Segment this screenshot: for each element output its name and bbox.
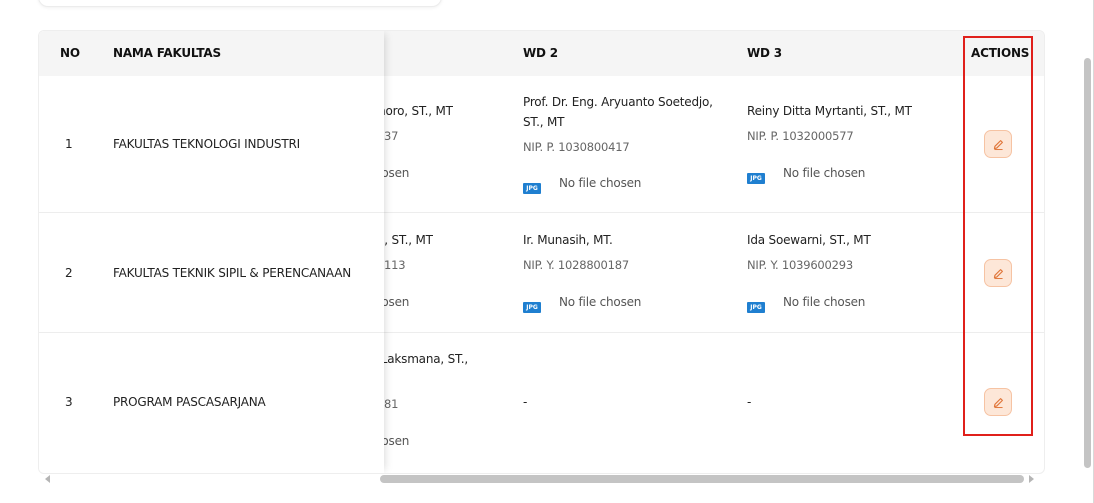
top-card bbox=[38, 0, 442, 7]
wd3-name: Reiny Ditta Myrtanti, ST., MT bbox=[747, 104, 912, 118]
wd3-empty: - bbox=[747, 395, 752, 409]
vertical-scrollbar-thumb[interactable] bbox=[1084, 58, 1091, 468]
wd2-nip: NIP. Y. 1028800187 bbox=[523, 258, 630, 272]
jpg-file-icon: JPG bbox=[747, 173, 765, 184]
jpg-file-icon: JPG bbox=[523, 302, 541, 313]
fakultas-name: FAKULTAS TEKNOLOGI INDUSTRI bbox=[113, 137, 300, 151]
scroll-left-arrow-icon[interactable] bbox=[45, 475, 50, 483]
wd2-empty: - bbox=[523, 395, 528, 409]
wd1-name: moro, ST., MT bbox=[374, 104, 453, 118]
sticky-columns: NO NAMA FAKULTAS 1 FAKULTAS TEKNOLOGI IN… bbox=[39, 31, 384, 473]
header-wd3: WD 3 bbox=[747, 46, 782, 60]
wd3-file-status[interactable]: No file chosen bbox=[783, 166, 865, 180]
header-wd2: WD 2 bbox=[523, 46, 558, 60]
wd2-name: Prof. Dr. Eng. Aryuanto Soetedjo, bbox=[523, 95, 713, 109]
pencil-icon bbox=[993, 268, 1003, 279]
header-nama-fakultas: NAMA FAKULTAS bbox=[113, 46, 221, 60]
jpg-file-icon: JPG bbox=[747, 302, 765, 313]
wd2-name: Ir. Munasih, MT. bbox=[523, 233, 613, 247]
scroll-right-arrow-icon[interactable] bbox=[1029, 475, 1034, 483]
header-no: NO bbox=[60, 46, 80, 60]
jpg-file-icon: JPG bbox=[523, 183, 541, 194]
wd2-file-status[interactable]: No file chosen bbox=[559, 176, 641, 190]
fakultas-table: WD 2 WD 3 ACTIONS moro, ST., MT 37 hosen… bbox=[38, 30, 1045, 474]
wd3-nip: NIP. Y. 1039600293 bbox=[747, 258, 854, 272]
wd1-name: i Laksmana, ST., bbox=[374, 352, 468, 366]
wd2-nip: NIP. P. 1030800417 bbox=[523, 140, 630, 154]
header-actions: ACTIONS bbox=[971, 46, 1030, 60]
row-divider bbox=[39, 212, 384, 213]
wd1-nip: 81 bbox=[384, 397, 399, 411]
wd3-nip: NIP. P. 1032000577 bbox=[747, 129, 854, 143]
edit-button[interactable] bbox=[984, 130, 1012, 158]
wd1-nip: 113 bbox=[384, 258, 406, 272]
wd2-name-cont: ST., MT bbox=[523, 115, 565, 129]
row-number: 3 bbox=[65, 395, 73, 409]
row-number: 1 bbox=[65, 137, 73, 151]
wd3-file-status[interactable]: No file chosen bbox=[783, 295, 865, 309]
edit-button[interactable] bbox=[984, 259, 1012, 287]
pencil-icon bbox=[993, 139, 1003, 150]
row-divider bbox=[39, 332, 384, 333]
fakultas-name: FAKULTAS TEKNIK SIPIL & PERENCANAAN bbox=[113, 266, 352, 280]
sticky-header: NO NAMA FAKULTAS bbox=[39, 31, 384, 76]
edit-button[interactable] bbox=[984, 388, 1012, 416]
pencil-icon bbox=[993, 397, 1003, 408]
wd2-file-status[interactable]: No file chosen bbox=[559, 295, 641, 309]
wd3-name: Ida Soewarni, ST., MT bbox=[747, 233, 871, 247]
row-number: 2 bbox=[65, 266, 73, 280]
horizontal-scrollbar-thumb[interactable] bbox=[380, 475, 1024, 483]
fakultas-name: PROGRAM PASCASARJANA bbox=[113, 395, 266, 409]
wd1-nip: 37 bbox=[384, 129, 399, 143]
